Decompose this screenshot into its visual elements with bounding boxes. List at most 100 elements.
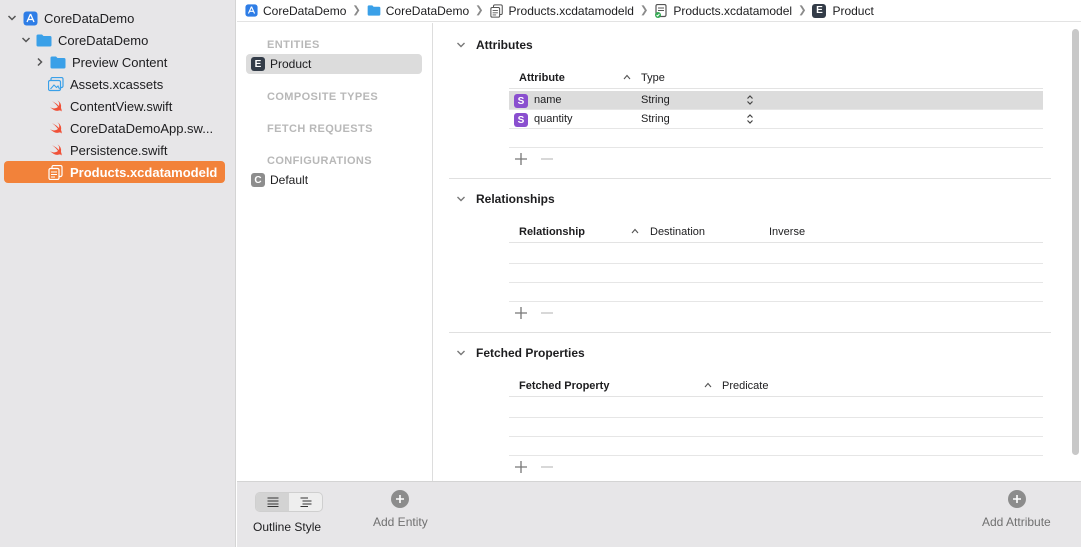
breadcrumb-entity[interactable]: E Product [812,3,874,18]
entity-row-product[interactable]: E Product [246,54,422,74]
nav-item-group[interactable]: CoreDataDemo [20,29,148,51]
sort-ascending-icon[interactable] [631,228,639,234]
column-header-predicate[interactable]: Predicate [722,380,768,392]
chevron-down-icon[interactable] [20,34,32,46]
chevron-right-icon[interactable] [34,56,46,68]
graph-style-icon[interactable] [289,493,322,511]
add-entity-button[interactable]: Add Entity [373,515,428,529]
attribute-row[interactable]: S quantity String [509,110,1043,129]
swift-icon [48,98,64,114]
sort-ascending-icon[interactable] [704,382,712,388]
section-divider [449,178,1051,179]
add-entity-plus-circle-icon[interactable] [391,490,409,508]
relationships-add-remove [514,306,554,320]
nav-item-label: CoreDataDemo [44,10,135,26]
breadcrumb-label: CoreDataDemo [385,3,470,18]
editor-bottom-bar: Outline Style Add Entity Add Attribute [237,481,1081,547]
string-attribute-badge-icon: S [514,113,528,127]
breadcrumb-project[interactable]: CoreDataDemo [244,4,346,18]
attribute-name[interactable]: quantity [534,113,573,125]
plus-icon[interactable] [514,152,528,166]
attribute-name[interactable]: name [534,94,562,106]
empty-table-row [509,399,1043,418]
minus-icon[interactable] [540,460,554,474]
column-header-attribute[interactable]: Attribute [519,72,565,84]
entity-badge-icon: E [812,3,827,18]
breadcrumb-label: Products.xcdatamodeld [508,3,634,18]
column-header-type[interactable]: Type [641,72,665,84]
add-attribute-button[interactable]: Add Attribute [982,515,1051,529]
breadcrumb-label: Products.xcdatamodel [673,3,793,18]
folder-icon [367,4,381,18]
attributes-add-remove [514,152,554,166]
updown-chevron-icon[interactable] [745,112,755,126]
nav-item-datamodel[interactable]: Products.xcdatamodeld [4,161,225,183]
configuration-label: Default [270,173,309,187]
attribute-row[interactable]: S name String [509,91,1043,110]
plus-icon[interactable] [514,306,528,320]
empty-table-row [509,245,1043,264]
nav-item-label: Products.xcdatamodeld [70,164,218,180]
nav-item-project[interactable]: CoreDataDemo [6,7,134,29]
attribute-type-select[interactable]: String [641,113,670,125]
entity-badge-icon: E [251,57,265,71]
empty-table-row [509,129,1043,148]
swift-icon [48,142,64,158]
outline-style-label: Outline Style [253,520,322,534]
updown-chevron-icon[interactable] [745,93,755,107]
plus-icon[interactable] [514,460,528,474]
vertical-scrollbar[interactable] [1072,29,1079,455]
table-style-icon[interactable] [256,493,289,511]
breadcrumb-datamodel[interactable]: Products.xcdatamodel [654,3,793,18]
section-divider [449,332,1051,333]
fetch-requests-header: FETCH REQUESTS [267,123,373,135]
chevron-down-icon[interactable] [456,348,466,358]
minus-icon[interactable] [540,306,554,320]
attributes-section-header[interactable]: Attributes [456,38,533,52]
chevron-down-icon[interactable] [456,40,466,50]
breadcrumb-label: Product [832,3,874,18]
add-attribute-plus-circle-icon[interactable] [1008,490,1026,508]
chevron-right-icon: ❯ [798,5,807,16]
minus-icon[interactable] [540,152,554,166]
column-header-destination[interactable]: Destination [650,226,705,238]
nav-item-assets[interactable]: Assets.xcassets [48,73,163,95]
breadcrumb-label: CoreDataDemo [263,3,347,18]
swift-icon [48,120,64,136]
app-project-icon [244,4,258,18]
fetched-properties-section-header[interactable]: Fetched Properties [456,346,585,360]
configurations-header: CONFIGURATIONS [267,155,373,167]
outline-style-segmented-control[interactable] [255,492,323,512]
breadcrumb-group[interactable]: CoreDataDemo [367,4,469,18]
nav-item-contentview[interactable]: ContentView.swift [48,95,172,117]
column-header-fetched-property[interactable]: Fetched Property [519,380,609,392]
breadcrumb-datamodeld[interactable]: Products.xcdatamodeld [489,3,634,18]
chevron-down-icon[interactable] [6,12,18,24]
sort-ascending-icon[interactable] [623,74,631,80]
data-model-icon [48,164,64,180]
relationships-table-header: Relationship Destination Inverse [509,223,1043,243]
attribute-type-select[interactable]: String [641,94,670,106]
nav-item-label: Preview Content [72,54,168,70]
column-header-inverse[interactable]: Inverse [769,226,805,238]
asset-catalog-icon [48,76,64,92]
nav-item-label: ContentView.swift [70,98,173,114]
chevron-right-icon: ❯ [475,5,484,16]
nav-item-label: CoreDataDemoApp.sw... [70,120,214,136]
entities-header: ENTITIES [267,39,320,51]
configuration-row-default[interactable]: C Default [246,170,422,190]
nav-item-persistence[interactable]: Persistence.swift [48,139,168,161]
column-header-relationship[interactable]: Relationship [519,226,585,238]
data-model-icon [489,3,504,18]
chevron-down-icon[interactable] [456,194,466,204]
empty-table-row [509,418,1043,437]
nav-item-label: CoreDataDemo [58,32,149,48]
breadcrumb: CoreDataDemo ❯ CoreDataDemo ❯ Products.x… [237,0,1081,22]
fetched-properties-table-header: Fetched Property Predicate [509,377,1043,397]
nav-item-app[interactable]: CoreDataDemoApp.sw... [48,117,213,139]
relationships-section-header[interactable]: Relationships [456,192,555,206]
data-model-version-icon [654,3,668,18]
nav-item-preview-content[interactable]: Preview Content [34,51,167,73]
attributes-title: Attributes [476,38,533,52]
folder-icon [36,32,52,48]
